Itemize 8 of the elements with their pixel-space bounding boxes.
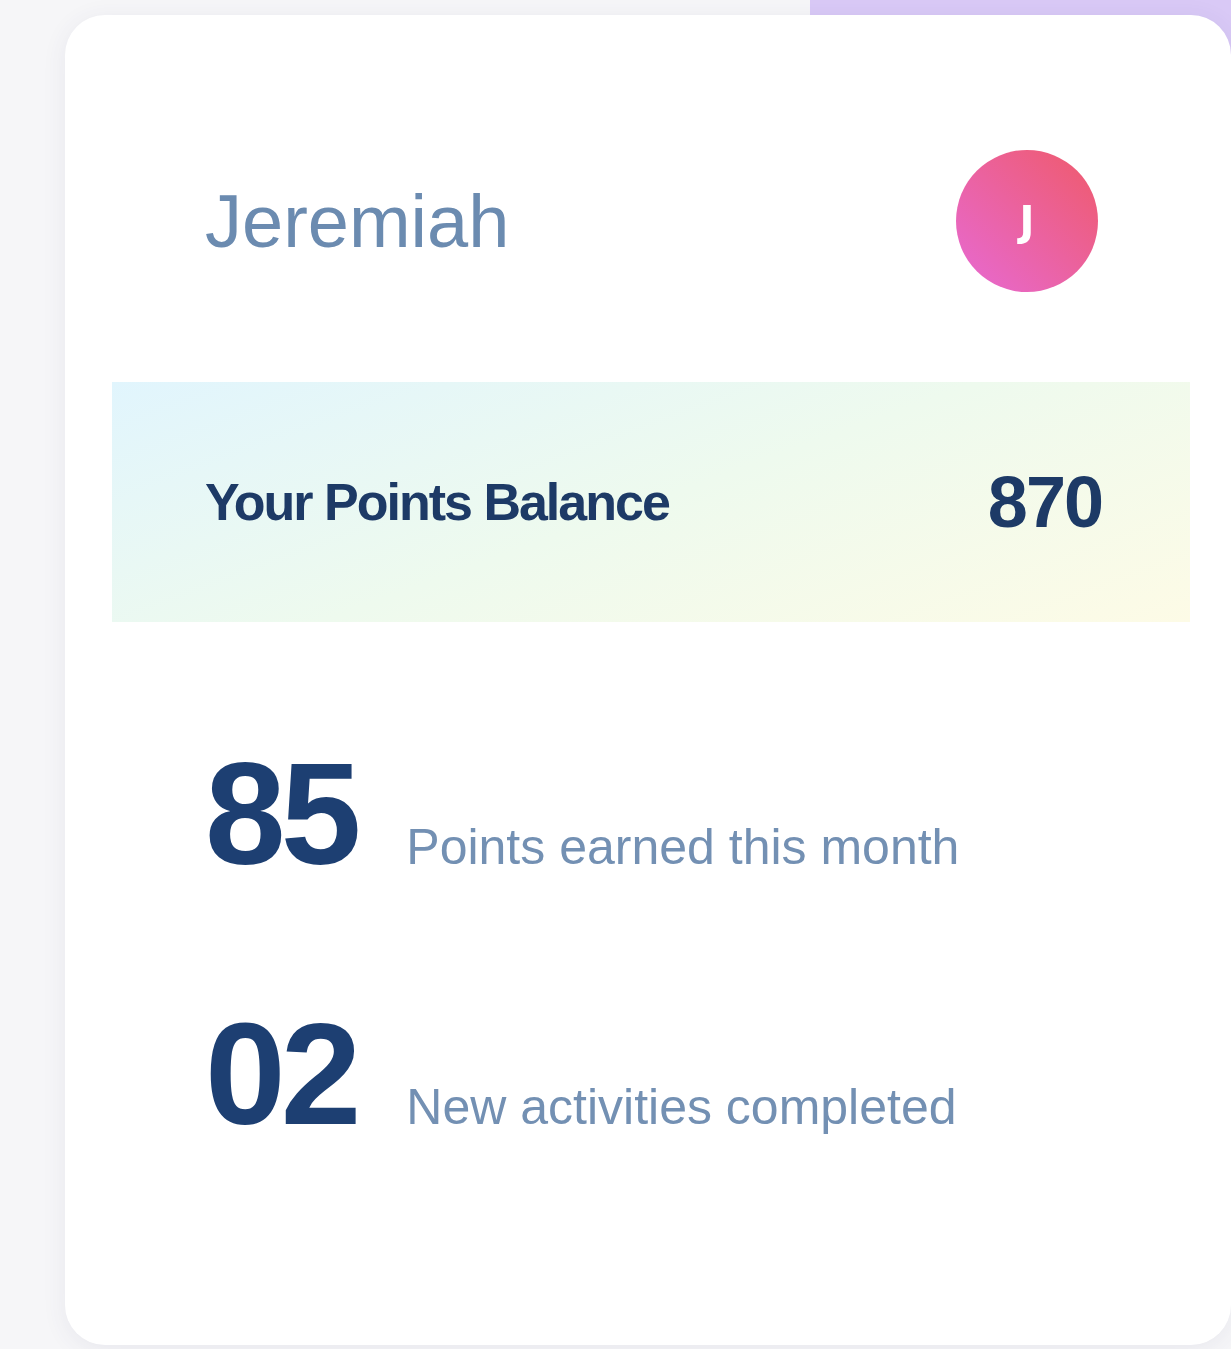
stat-value: 85 — [205, 742, 358, 887]
user-name: Jeremiah — [205, 178, 510, 264]
stat-value: 02 — [205, 1002, 358, 1147]
points-balance-value: 870 — [987, 461, 1102, 543]
points-balance-label: Your Points Balance — [205, 472, 669, 532]
stat-label: Points earned this month — [406, 818, 960, 876]
stat-label: New activities completed — [406, 1078, 957, 1136]
avatar: J — [956, 150, 1098, 292]
